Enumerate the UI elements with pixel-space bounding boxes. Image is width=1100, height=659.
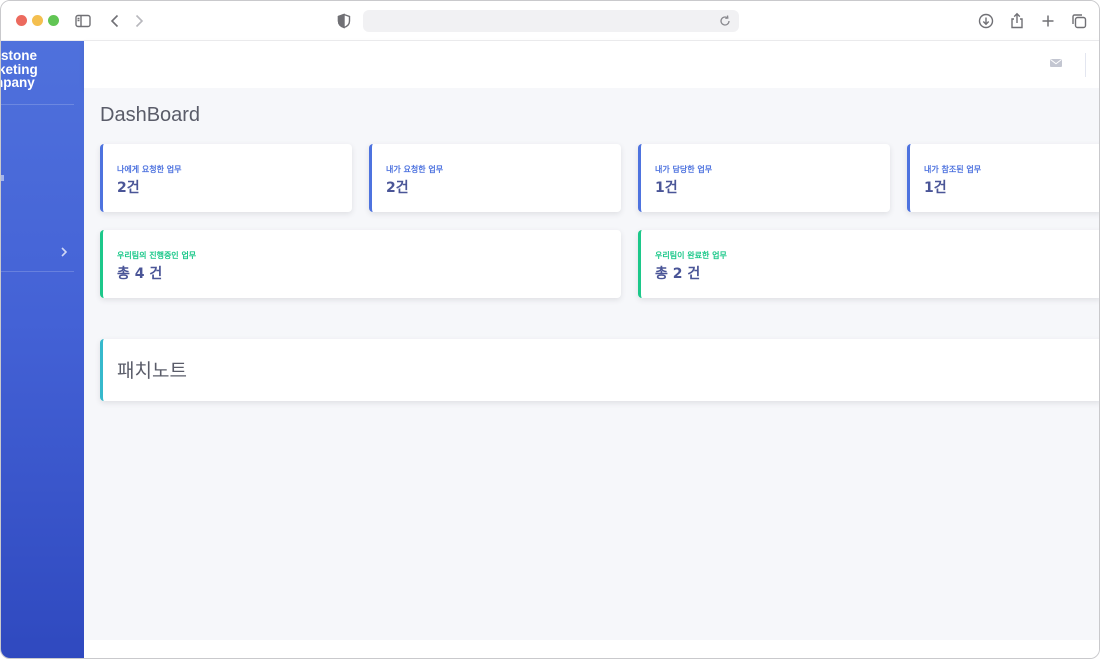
stat-card-referenced-me[interactable]: 내가 참조된 업무 1건 (907, 144, 1099, 212)
back-icon[interactable] (105, 11, 125, 31)
team-card-label: 우리팀이 완료한 업무 (655, 251, 727, 260)
forward-icon[interactable] (129, 11, 149, 31)
envelope-icon[interactable] (1049, 56, 1063, 70)
stat-card-requested-by-me[interactable]: 내가 요청한 업무 2건 (369, 144, 621, 212)
stat-card-label: 나에게 요청한 업무 (117, 165, 182, 174)
team-card-completed[interactable]: 우리팀이 완료한 업무 총 2 건 (638, 230, 1099, 298)
team-card-in-progress[interactable]: 우리팀의 진행중인 업무 총 4 건 (100, 230, 621, 298)
new-tab-icon[interactable] (1038, 11, 1058, 31)
main-content: DashBoard 나에게 요청한 업무 2건 내가 요청한 업무 2건 내가 … (84, 88, 1099, 640)
brand-line-1: stone (1, 48, 38, 63)
footer (84, 640, 1099, 658)
sidebar: stone keting npany (1, 41, 84, 658)
patch-notes-title: 패치노트 (117, 360, 187, 382)
sidebar-divider (1, 271, 74, 272)
reload-icon[interactable] (717, 13, 733, 29)
stat-card-label: 내가 요청한 업무 (386, 165, 444, 174)
brand-logo[interactable]: stone keting npany (1, 49, 84, 90)
team-card-value: 총 2 건 (655, 266, 701, 282)
topbar (84, 41, 1099, 88)
team-card-value: 총 4 건 (117, 266, 163, 282)
tabs-overview-icon[interactable] (1069, 11, 1089, 31)
shield-icon[interactable] (334, 11, 354, 31)
minimize-window-button[interactable] (32, 15, 43, 26)
browser-toolbar (1, 1, 1099, 41)
sidebar-item-marker (1, 175, 4, 181)
topbar-divider (1085, 53, 1086, 77)
page-title: DashBoard (100, 104, 201, 126)
stat-card-value: 2건 (386, 180, 409, 196)
stat-card-value: 1건 (655, 180, 678, 196)
close-window-button[interactable] (16, 15, 27, 26)
stat-card-assigned-to-me[interactable]: 내가 담당한 업무 1건 (638, 144, 890, 212)
address-bar[interactable] (363, 10, 739, 32)
chevron-right-icon (57, 245, 71, 259)
browser-window: stone keting npany DashBoard 나에게 요청한 업무 … (0, 0, 1100, 659)
sidebar-divider (1, 104, 74, 105)
brand-line-3: npany (1, 75, 35, 90)
team-card-label: 우리팀의 진행중인 업무 (117, 251, 197, 260)
stat-card-label: 내가 참조된 업무 (924, 165, 982, 174)
share-icon[interactable] (1007, 11, 1027, 31)
sidebar-collapsible-item[interactable] (1, 241, 81, 265)
stat-card-requested-to-me[interactable]: 나에게 요청한 업무 2건 (100, 144, 352, 212)
stat-card-value: 2건 (117, 180, 140, 196)
patch-notes-card[interactable]: 패치노트 (100, 339, 1099, 401)
download-icon[interactable] (976, 11, 996, 31)
stat-card-value: 1건 (924, 180, 947, 196)
sidebar-toggle-icon[interactable] (73, 11, 93, 31)
zoom-window-button[interactable] (48, 15, 59, 26)
brand-line-2: keting (1, 61, 38, 77)
stat-card-label: 내가 담당한 업무 (655, 165, 713, 174)
